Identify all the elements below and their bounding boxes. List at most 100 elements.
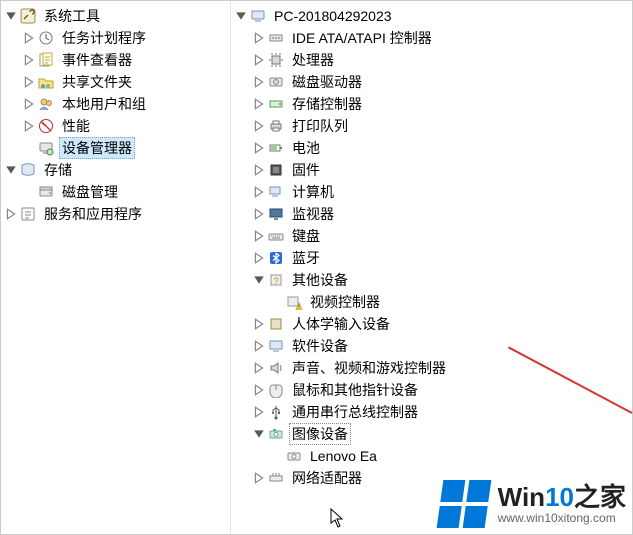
disk-management-node[interactable]: · 磁盘管理 bbox=[21, 181, 228, 203]
expand-icon[interactable] bbox=[253, 186, 265, 198]
computer-root-node[interactable]: PC-201804292023 IDE ATA/ATAPI 控制器 处理器 bbox=[233, 5, 630, 489]
expand-icon[interactable] bbox=[253, 164, 265, 176]
expand-icon[interactable] bbox=[253, 54, 265, 66]
node-label: 处理器 bbox=[289, 49, 337, 71]
collapse-icon[interactable] bbox=[253, 428, 265, 440]
node-label: 存储控制器 bbox=[289, 93, 365, 115]
expand-icon[interactable] bbox=[253, 76, 265, 88]
node-label: 计算机 bbox=[289, 181, 337, 203]
sound-icon bbox=[267, 359, 285, 377]
expand-icon[interactable] bbox=[253, 318, 265, 330]
expand-icon[interactable] bbox=[253, 142, 265, 154]
print-queue-node[interactable]: 打印队列 bbox=[251, 115, 630, 137]
local-users-node[interactable]: 本地用户和组 bbox=[21, 93, 228, 115]
performance-node[interactable]: 性能 bbox=[21, 115, 228, 137]
node-label: 电池 bbox=[289, 137, 323, 159]
storage-icon bbox=[19, 161, 37, 179]
expand-icon[interactable] bbox=[253, 98, 265, 110]
device-manager-icon bbox=[37, 139, 55, 157]
node-label: IDE ATA/ATAPI 控制器 bbox=[289, 27, 435, 49]
collapse-icon[interactable] bbox=[5, 10, 17, 22]
event-icon bbox=[37, 51, 55, 69]
network-adapters-node[interactable]: 网络适配器 bbox=[251, 467, 630, 489]
imaging-devices-node[interactable]: 图像设备 · Lenovo Ea bbox=[251, 423, 630, 467]
node-label: 打印队列 bbox=[289, 115, 351, 137]
expand-icon[interactable] bbox=[253, 340, 265, 352]
expand-icon[interactable] bbox=[5, 208, 17, 220]
firmware-node[interactable]: 固件 bbox=[251, 159, 630, 181]
node-label: 系统工具 bbox=[41, 5, 103, 27]
storage-ctrl-node[interactable]: 存储控制器 bbox=[251, 93, 630, 115]
device-manager-node[interactable]: · 设备管理器 bbox=[21, 137, 228, 159]
node-label: 性能 bbox=[59, 115, 93, 137]
collapse-icon[interactable] bbox=[235, 10, 247, 22]
node-label: 其他设备 bbox=[289, 269, 351, 291]
printer-icon bbox=[267, 117, 285, 135]
expand-icon[interactable] bbox=[253, 472, 265, 484]
computer-icon bbox=[249, 7, 267, 25]
left-pane: 系统工具 任务计划程序 bbox=[1, 1, 231, 534]
hid-node[interactable]: 人体学输入设备 bbox=[251, 313, 630, 335]
expand-icon[interactable] bbox=[23, 120, 35, 132]
mouse-node[interactable]: 鼠标和其他指针设备 bbox=[251, 379, 630, 401]
node-label: 固件 bbox=[289, 159, 323, 181]
expand-icon[interactable] bbox=[23, 54, 35, 66]
monitor-icon bbox=[267, 205, 285, 223]
expand-icon[interactable] bbox=[253, 230, 265, 242]
system-tools-node[interactable]: 系统工具 任务计划程序 bbox=[3, 5, 228, 159]
expand-icon[interactable] bbox=[253, 362, 265, 374]
mouse-icon bbox=[267, 381, 285, 399]
node-label: 共享文件夹 bbox=[59, 71, 135, 93]
collapse-icon[interactable] bbox=[5, 164, 17, 176]
expand-icon[interactable] bbox=[253, 384, 265, 396]
collapse-icon[interactable] bbox=[253, 274, 265, 286]
node-label: 鼠标和其他指针设备 bbox=[289, 379, 421, 401]
video-controller-node[interactable]: · ! 视频控制器 bbox=[269, 291, 630, 313]
expand-icon[interactable] bbox=[23, 98, 35, 110]
computers-node[interactable]: 计算机 bbox=[251, 181, 630, 203]
services-icon bbox=[19, 205, 37, 223]
expand-icon[interactable] bbox=[253, 406, 265, 418]
expand-icon[interactable] bbox=[253, 32, 265, 44]
pc-icon bbox=[267, 183, 285, 201]
cpu-node[interactable]: 处理器 bbox=[251, 49, 630, 71]
lenovo-camera-node[interactable]: · Lenovo Ea bbox=[269, 445, 630, 467]
disk-icon bbox=[37, 183, 55, 201]
storage-node[interactable]: 存储 · 磁盘管理 bbox=[3, 159, 228, 203]
expand-icon[interactable] bbox=[253, 252, 265, 264]
node-label: PC-201804292023 bbox=[271, 7, 395, 25]
tools-icon bbox=[19, 7, 37, 25]
monitor-node[interactable]: 监视器 bbox=[251, 203, 630, 225]
shared-folders-node[interactable]: 共享文件夹 bbox=[21, 71, 228, 93]
event-viewer-node[interactable]: 事件查看器 bbox=[21, 49, 228, 71]
bluetooth-node[interactable]: 蓝牙 bbox=[251, 247, 630, 269]
sound-node[interactable]: 声音、视频和游戏控制器 bbox=[251, 357, 630, 379]
node-label: 任务计划程序 bbox=[59, 27, 149, 49]
warning-device-icon: ! bbox=[285, 293, 303, 311]
software-icon bbox=[267, 337, 285, 355]
node-label: 本地用户和组 bbox=[59, 93, 149, 115]
ide-node[interactable]: IDE ATA/ATAPI 控制器 bbox=[251, 27, 630, 49]
task-scheduler-node[interactable]: 任务计划程序 bbox=[21, 27, 228, 49]
firmware-icon bbox=[267, 161, 285, 179]
disk-drives-node[interactable]: 磁盘驱动器 bbox=[251, 71, 630, 93]
expand-icon[interactable] bbox=[253, 208, 265, 220]
shared-folder-icon bbox=[37, 73, 55, 91]
services-apps-node[interactable]: 服务和应用程序 bbox=[3, 203, 228, 225]
keyboard-node[interactable]: 键盘 bbox=[251, 225, 630, 247]
node-label: 事件查看器 bbox=[59, 49, 135, 71]
expand-icon[interactable] bbox=[253, 120, 265, 132]
expand-icon[interactable] bbox=[23, 76, 35, 88]
svg-text:?: ? bbox=[273, 276, 278, 286]
cpu-icon bbox=[267, 51, 285, 69]
expand-icon[interactable] bbox=[23, 32, 35, 44]
storage-ctrl-icon bbox=[267, 95, 285, 113]
other-devices-node[interactable]: ? 其他设备 · ! 视频控制器 bbox=[251, 269, 630, 313]
network-icon bbox=[267, 469, 285, 487]
usb-node[interactable]: 通用串行总线控制器 bbox=[251, 401, 630, 423]
node-label: 服务和应用程序 bbox=[41, 203, 145, 225]
software-devices-node[interactable]: 软件设备 bbox=[251, 335, 630, 357]
battery-node[interactable]: 电池 bbox=[251, 137, 630, 159]
node-label: 磁盘驱动器 bbox=[289, 71, 365, 93]
node-label: Lenovo Ea bbox=[307, 447, 380, 465]
